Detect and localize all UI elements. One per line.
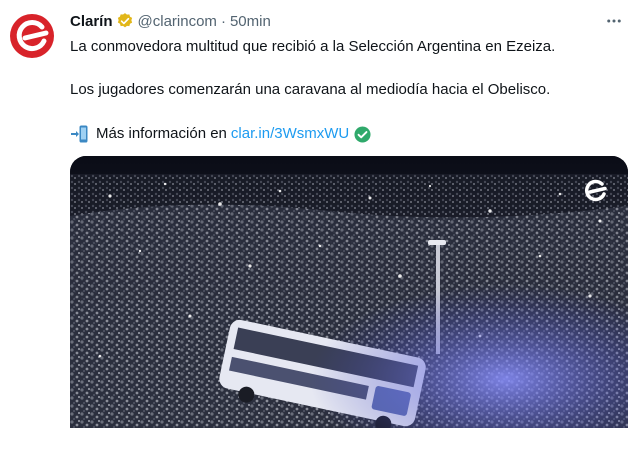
tweet-media-video[interactable] bbox=[70, 156, 628, 428]
author-name[interactable]: Clarín bbox=[70, 13, 113, 30]
more-info-label: Más información en bbox=[96, 125, 227, 142]
clarin-logo-icon bbox=[10, 14, 54, 58]
tweet-link[interactable]: clar.in/3WsmxWU bbox=[231, 124, 349, 144]
clarin-watermark-icon bbox=[580, 176, 610, 206]
more-dots-icon bbox=[607, 19, 621, 23]
more-options-button[interactable] bbox=[603, 10, 625, 32]
avatar[interactable] bbox=[8, 12, 56, 60]
more-info-line: Más información en clar.in/3WsmxWU bbox=[70, 124, 371, 144]
tweet-header: Clarín @clarincom · 50min bbox=[70, 11, 271, 31]
tweet-timestamp[interactable]: 50min bbox=[230, 13, 271, 30]
separator-dot: · bbox=[220, 12, 226, 30]
verified-badge-icon bbox=[116, 12, 134, 30]
green-check-icon bbox=[354, 125, 371, 143]
mobile-phone-arrow-icon bbox=[70, 124, 90, 144]
author-handle[interactable]: @clarincom bbox=[138, 13, 217, 30]
tweet-text-line-2: Los jugadores comenzarán una caravana al… bbox=[70, 81, 551, 98]
tweet-text-line-1: La conmovedora multitud que recibió a la… bbox=[70, 38, 556, 55]
crowd-bus-image bbox=[70, 156, 628, 428]
